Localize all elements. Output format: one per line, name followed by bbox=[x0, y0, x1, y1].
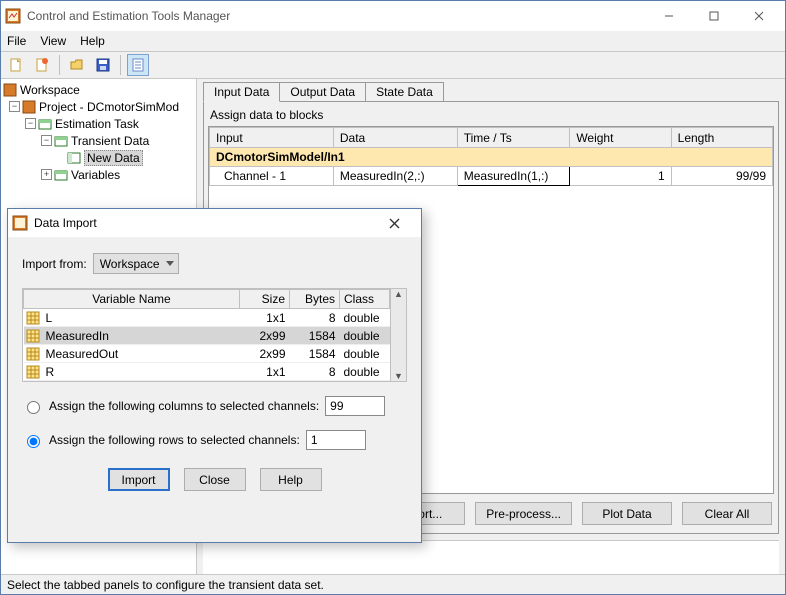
import-from-label: Import from: bbox=[22, 257, 87, 271]
dialog-title: Data Import bbox=[34, 216, 372, 230]
tab-input-data[interactable]: Input Data bbox=[203, 82, 280, 102]
list-item[interactable]: L1x18double bbox=[24, 309, 390, 327]
tree-transient[interactable]: Transient Data bbox=[71, 134, 149, 148]
open-button[interactable] bbox=[66, 54, 88, 76]
tab-output-data[interactable]: Output Data bbox=[279, 82, 366, 101]
plot-data-button[interactable]: Plot Data bbox=[582, 502, 672, 525]
project-icon bbox=[22, 100, 36, 114]
dialog-icon bbox=[12, 215, 28, 231]
cell-time[interactable]: MeasuredIn(1,:) bbox=[457, 167, 570, 186]
col-data[interactable]: Data bbox=[333, 128, 457, 148]
folder-icon bbox=[54, 168, 68, 182]
dialog-help-button[interactable]: Help bbox=[260, 468, 322, 491]
array-icon bbox=[24, 345, 42, 363]
cell-channel[interactable]: Channel - 1 bbox=[210, 167, 334, 186]
array-icon bbox=[24, 309, 42, 327]
tabs: Input Data Output Data State Data bbox=[197, 79, 785, 101]
new-project-button[interactable] bbox=[31, 54, 53, 76]
import-from-value: Workspace bbox=[100, 257, 160, 271]
list-item[interactable]: MeasuredOut2x991584double bbox=[24, 345, 390, 363]
col-class[interactable]: Class bbox=[340, 290, 390, 309]
col-weight[interactable]: Weight bbox=[570, 128, 671, 148]
menu-file[interactable]: File bbox=[7, 34, 26, 48]
tree-root[interactable]: Workspace bbox=[20, 83, 80, 97]
cell-weight[interactable]: 1 bbox=[570, 167, 671, 186]
folder-icon bbox=[54, 134, 68, 148]
expand-icon[interactable]: + bbox=[41, 169, 52, 180]
list-item[interactable]: MeasuredIn2x991584double bbox=[24, 327, 390, 345]
minimize-button[interactable] bbox=[646, 2, 691, 30]
col-size[interactable]: Size bbox=[240, 290, 290, 309]
console-area bbox=[203, 540, 779, 574]
status-text: Select the tabbed panels to configure th… bbox=[7, 578, 324, 592]
col-length[interactable]: Length bbox=[671, 128, 772, 148]
preprocess-button[interactable]: Pre-process... bbox=[475, 502, 572, 525]
col-bytes[interactable]: Bytes bbox=[290, 290, 340, 309]
data-import-dialog: Data Import Import from: Workspace Varia… bbox=[7, 208, 422, 543]
menubar: File View Help bbox=[1, 31, 785, 51]
save-button[interactable] bbox=[92, 54, 114, 76]
scrollbar[interactable]: ▲ ▼ bbox=[390, 289, 406, 381]
dialog-close-action-button[interactable]: Close bbox=[184, 468, 246, 491]
clear-all-button[interactable]: Clear All bbox=[682, 502, 772, 525]
scroll-down-icon[interactable]: ▼ bbox=[394, 371, 403, 381]
toolbar bbox=[1, 51, 785, 79]
import-from-select[interactable]: Workspace bbox=[93, 253, 179, 274]
col-time[interactable]: Time / Ts bbox=[457, 128, 570, 148]
tree-newdata[interactable]: New Data bbox=[84, 150, 143, 166]
task-icon bbox=[38, 117, 52, 131]
status-bar: Select the tabbed panels to configure th… bbox=[1, 574, 785, 594]
menu-help[interactable]: Help bbox=[80, 34, 105, 48]
app-icon bbox=[5, 8, 21, 24]
assign-rows-radio[interactable] bbox=[27, 435, 40, 448]
notes-button[interactable] bbox=[127, 54, 149, 76]
data-icon bbox=[67, 151, 81, 165]
tree-task[interactable]: Estimation Task bbox=[55, 117, 139, 131]
assign-rows-label: Assign the following rows to selected ch… bbox=[49, 433, 300, 447]
tab-state-data[interactable]: State Data bbox=[365, 82, 444, 101]
assign-rows-input[interactable] bbox=[306, 430, 366, 450]
col-var-name[interactable]: Variable Name bbox=[24, 290, 240, 309]
collapse-icon[interactable]: − bbox=[41, 135, 52, 146]
scroll-up-icon[interactable]: ▲ bbox=[394, 289, 403, 299]
col-input[interactable]: Input bbox=[210, 128, 334, 148]
assign-columns-input[interactable] bbox=[325, 396, 385, 416]
tree-project[interactable]: Project - DCmotorSimMod bbox=[39, 100, 179, 114]
assign-label: Assign data to blocks bbox=[208, 106, 774, 126]
dialog-close-button[interactable] bbox=[372, 209, 417, 237]
assign-columns-radio[interactable] bbox=[27, 401, 40, 414]
main-titlebar: Control and Estimation Tools Manager bbox=[1, 1, 785, 31]
new-file-button[interactable] bbox=[5, 54, 27, 76]
cell-data[interactable]: MeasuredIn(2,:) bbox=[333, 167, 457, 186]
close-button[interactable] bbox=[736, 2, 781, 30]
menu-view[interactable]: View bbox=[40, 34, 66, 48]
workspace-icon bbox=[3, 83, 17, 97]
collapse-icon[interactable]: − bbox=[9, 101, 20, 112]
assign-columns-label: Assign the following columns to selected… bbox=[49, 399, 319, 413]
array-icon bbox=[24, 327, 42, 345]
cell-length[interactable]: 99/99 bbox=[671, 167, 772, 186]
window-title: Control and Estimation Tools Manager bbox=[27, 9, 646, 23]
group-row[interactable]: DCmotorSimModel/In1 bbox=[210, 148, 773, 167]
chevron-down-icon bbox=[166, 261, 174, 267]
collapse-icon[interactable]: − bbox=[25, 118, 36, 129]
list-item[interactable]: R1x18double bbox=[24, 363, 390, 381]
array-icon bbox=[24, 363, 42, 381]
maximize-button[interactable] bbox=[691, 2, 736, 30]
dialog-import-button[interactable]: Import bbox=[108, 468, 170, 491]
table-row[interactable]: Channel - 1 MeasuredIn(2,:) MeasuredIn(1… bbox=[210, 167, 773, 186]
tree-variables[interactable]: Variables bbox=[71, 168, 120, 182]
variable-list[interactable]: Variable Name Size Bytes Class L1x18doub… bbox=[22, 288, 407, 382]
